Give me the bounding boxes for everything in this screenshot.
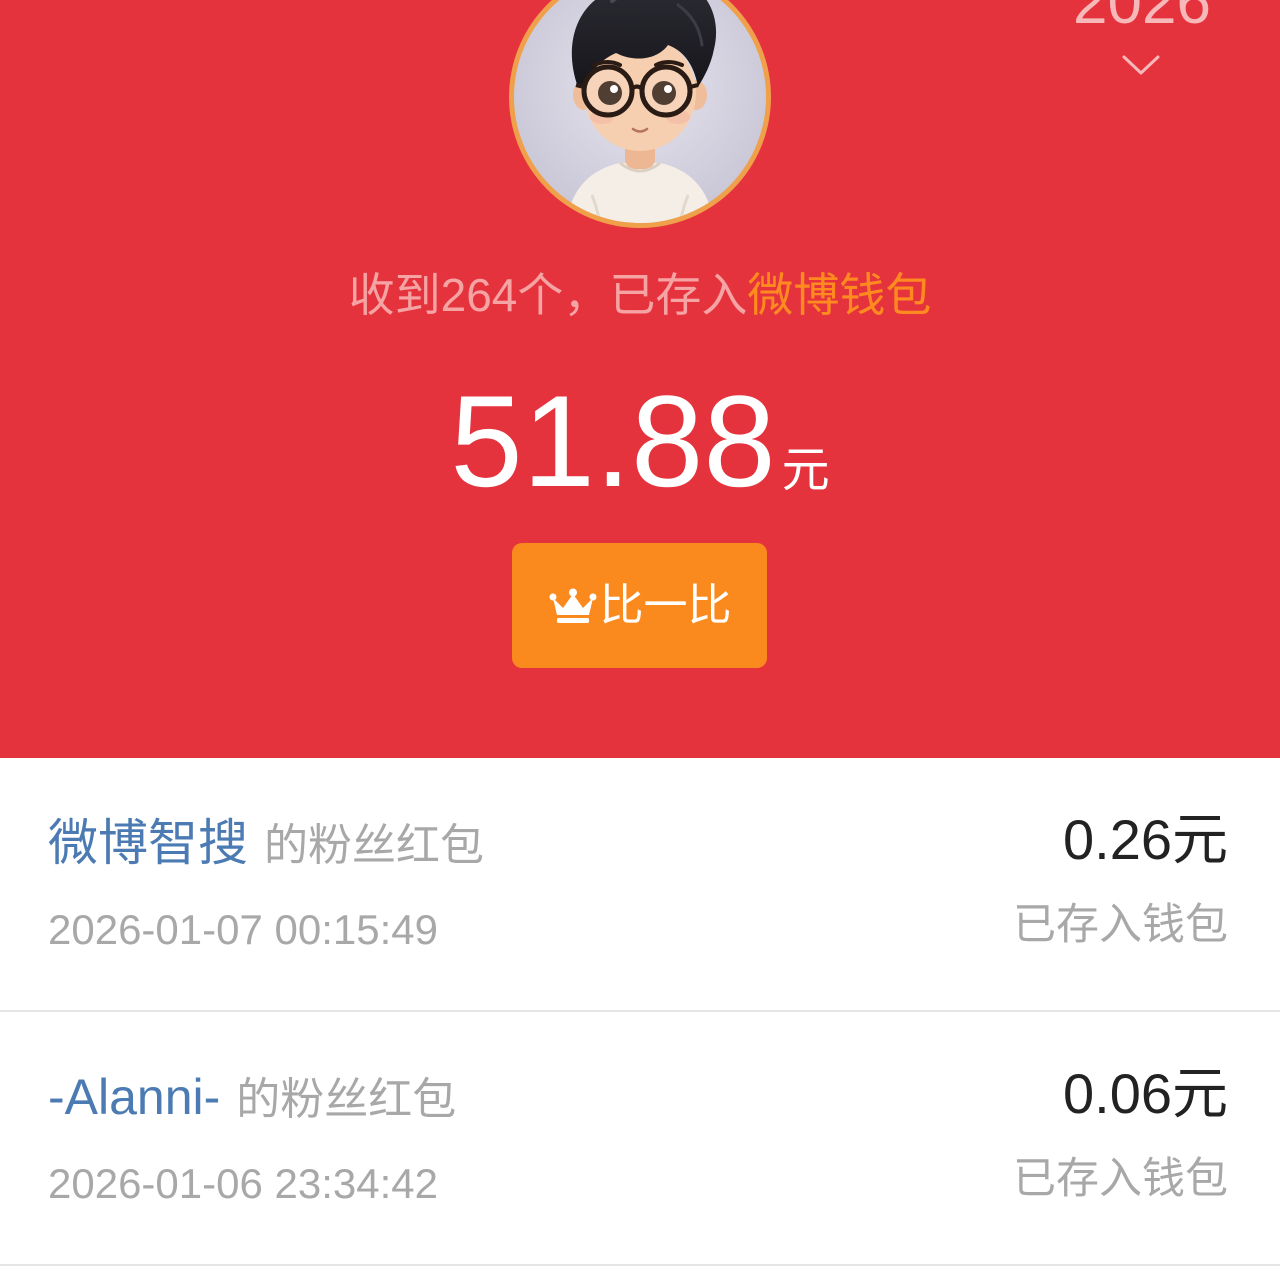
- record-status: 已存入钱包: [1013, 901, 1228, 949]
- compare-button[interactable]: 比一比: [512, 543, 767, 668]
- divider: [0, 1264, 1280, 1266]
- chevron-down-icon[interactable]: [1121, 54, 1161, 76]
- record-time: 2026-01-07 00:15:49: [48, 906, 438, 953]
- sender-name[interactable]: -Alanni-: [48, 1069, 220, 1125]
- record-amount: 0.26元: [1063, 808, 1228, 871]
- year-label: 2026: [1073, 0, 1211, 37]
- summary-prefix: 收到264个，已存入: [348, 269, 748, 321]
- list-item[interactable]: 微博智搜 的粉丝红包 2026-01-07 00:15:49 0.26元 已存入钱…: [0, 758, 1280, 1012]
- total-amount-value: 51.88: [450, 368, 776, 514]
- list-item[interactable]: -Alanni- 的粉丝红包 2026-01-06 23:34:42 0.06元 …: [0, 1012, 1280, 1266]
- summary-text: 收到264个，已存入微博钱包: [0, 266, 1280, 324]
- record-status: 已存入钱包: [1013, 1155, 1228, 1203]
- year-selector[interactable]: 2026: [1072, 0, 1212, 80]
- total-amount: 51.88 元: [0, 366, 1280, 516]
- record-type: 的粉丝红包: [236, 1075, 457, 1124]
- total-amount-unit: 元: [781, 444, 830, 497]
- compare-button-label: 比一比: [599, 580, 732, 630]
- red-packet-header: 2026 收到264个，已存入微博钱包 51.88 元 比一比: [0, 0, 1280, 758]
- record-title: 微博智搜 的粉丝红包: [48, 813, 484, 873]
- wallet-link[interactable]: 微博钱包: [747, 269, 931, 321]
- crown-icon: [549, 588, 596, 623]
- avatar: [508, 0, 772, 229]
- record-title: -Alanni- 的粉丝红包: [48, 1067, 456, 1127]
- record-type: 的粉丝红包: [264, 821, 484, 870]
- record-amount: 0.06元: [1063, 1062, 1228, 1125]
- record-time: 2026-01-06 23:34:42: [48, 1160, 438, 1207]
- sender-name[interactable]: 微博智搜: [48, 815, 248, 871]
